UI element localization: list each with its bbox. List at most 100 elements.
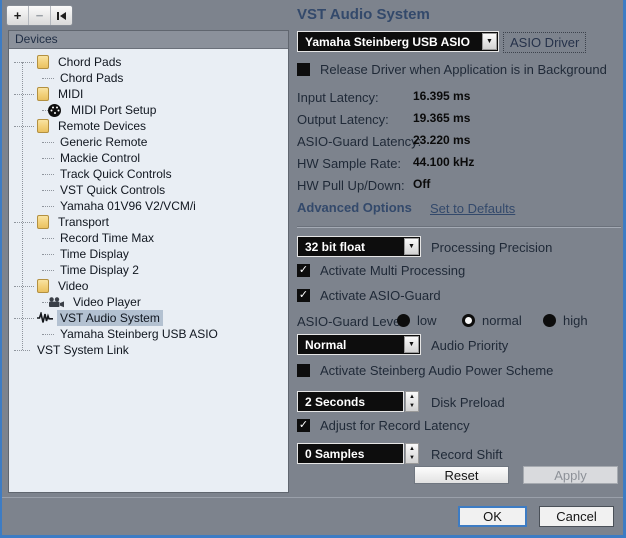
asio-guard-level-label: ASIO-Guard Level: (297, 314, 407, 329)
tree-item-chord-pads[interactable]: Chord Pads (9, 70, 288, 86)
tree-connector (42, 333, 54, 335)
set-to-defaults-link[interactable]: Set to Defaults (430, 201, 515, 216)
tree-item-vst-quick-controls[interactable]: VST Quick Controls (9, 182, 288, 198)
tree-item-video[interactable]: Video (9, 278, 288, 294)
asio-guard-level-row: ASIO-Guard Level: low normal high (297, 313, 621, 329)
power-scheme-label: Activate Steinberg Audio Power Scheme (320, 363, 554, 378)
tree-item-label: Video Player (73, 295, 141, 309)
tree-connector (14, 221, 34, 223)
spin-up-button[interactable]: ▲ (406, 392, 418, 402)
tree-item-label: Yamaha Steinberg USB ASIO (60, 327, 218, 341)
tree-item-record-time-max[interactable]: Record Time Max (9, 230, 288, 246)
tree-connector (42, 237, 54, 239)
radio-option-label: low (417, 313, 437, 328)
processing-precision-label: Processing Precision (431, 240, 553, 255)
record-shift-input[interactable]: 0 Samples ▲ ▼ (297, 443, 419, 464)
spinner-buttons: ▲ ▼ (405, 443, 419, 464)
folder-icon (37, 55, 49, 69)
cancel-button[interactable]: Cancel (539, 506, 614, 527)
tree-item-label: Track Quick Controls (60, 167, 172, 181)
tree-item-midi[interactable]: MIDI (9, 86, 288, 102)
tree-connector (42, 205, 54, 207)
radio-option-label: high (563, 313, 588, 328)
activate-multi-processing-checkbox[interactable]: Activate Multi Processing (297, 263, 465, 278)
processing-precision-select[interactable]: 32 bit float ▼ (297, 236, 421, 257)
tree-item-label: Generic Remote (60, 135, 148, 149)
tree-item-label: Video (58, 279, 89, 293)
tree-item-vst-audio-system[interactable]: VST Audio System (9, 310, 288, 326)
reset-button[interactable]: Reset (414, 466, 509, 484)
asio-driver-select[interactable]: Yamaha Steinberg USB ASIO ▼ (297, 31, 499, 52)
tree-connector (14, 125, 34, 127)
tree-item-label: Time Display (60, 247, 129, 261)
add-device-button[interactable]: + (7, 6, 29, 25)
processing-precision-value: 32 bit float (305, 239, 366, 254)
skip-back-icon (57, 11, 66, 20)
power-scheme-checkbox[interactable]: Activate Steinberg Audio Power Scheme (297, 363, 553, 378)
tree-item-label: Chord Pads (60, 71, 124, 85)
release-driver-label: Release Driver when Application is in Ba… (320, 62, 607, 77)
tree-item-track-quick-controls[interactable]: Track Quick Controls (9, 166, 288, 182)
apply-button[interactable]: Apply (523, 466, 618, 484)
asio-driver-value: Yamaha Steinberg USB ASIO (305, 34, 470, 49)
tree-item-label: VST System Link (37, 343, 129, 357)
radio-icon (462, 314, 475, 327)
folder-icon (37, 87, 49, 101)
info-value: 44.100 kHz (413, 155, 475, 169)
audio-priority-label: Audio Priority (431, 338, 509, 353)
page-title: VST Audio System (297, 6, 430, 23)
reset-devices-button[interactable] (51, 6, 72, 25)
tree-connector (14, 317, 34, 319)
activate-asio-guard-label: Activate ASIO-Guard (320, 288, 441, 303)
tree-item-time-display-2[interactable]: Time Display 2 (9, 262, 288, 278)
info-row: Output Latency: 19.365 ms (297, 111, 617, 127)
tree-item-label: Yamaha 01V96 V2/VCM/i (60, 199, 196, 213)
checkbox-icon (297, 264, 310, 277)
adjust-record-latency-label: Adjust for Record Latency (320, 418, 470, 433)
info-row: ASIO-Guard Latency: 23.220 ms (297, 133, 617, 149)
wave-icon (37, 312, 53, 324)
tree-item-transport[interactable]: Transport (9, 214, 288, 230)
info-label: Input Latency: (297, 90, 379, 105)
devices-panel: Devices Chord Pads Chord Pads MIDI MIDI Por… (8, 30, 289, 493)
tree-item-yamaha-steinberg-usb-asio[interactable]: Yamaha Steinberg USB ASIO (9, 326, 288, 342)
info-label: HW Pull Up/Down: (297, 178, 405, 193)
tree-item-label: MIDI (58, 87, 84, 101)
tree-item-vst-system-link[interactable]: VST System Link (9, 342, 288, 358)
tree-item-generic-remote[interactable]: Generic Remote (9, 134, 288, 150)
asio-guard-level-option-normal[interactable]: normal (462, 313, 522, 328)
tree-item-label: Transport (58, 215, 109, 229)
spin-up-button[interactable]: ▲ (406, 444, 418, 454)
release-driver-checkbox[interactable]: Release Driver when Application is in Ba… (297, 62, 607, 77)
devices-panel-header: Devices (9, 31, 288, 49)
tree-item-remote-devices[interactable]: Remote Devices (9, 118, 288, 134)
audio-priority-select[interactable]: Normal ▼ (297, 334, 421, 355)
record-shift-label: Record Shift (431, 447, 503, 462)
chevron-down-icon: ▼ (404, 336, 419, 353)
checkbox-icon (297, 63, 310, 76)
spin-down-button[interactable]: ▼ (406, 402, 418, 412)
tree-connector (14, 285, 34, 287)
tree-connector (42, 141, 54, 143)
remove-device-button[interactable]: − (29, 6, 51, 25)
tree-item-time-display[interactable]: Time Display (9, 246, 288, 262)
radio-icon (543, 314, 556, 327)
checkbox-icon (297, 364, 310, 377)
devices-toolbar: + − (6, 5, 73, 26)
adjust-record-latency-checkbox[interactable]: Adjust for Record Latency (297, 418, 470, 433)
tree-item-video-player[interactable]: Video Player (9, 294, 288, 310)
tree-item-label: Record Time Max (60, 231, 155, 245)
tree-item-chord-pads[interactable]: Chord Pads (9, 54, 288, 70)
tree-item-midi-port-setup[interactable]: MIDI Port Setup (9, 102, 288, 118)
asio-guard-level-option-low[interactable]: low (397, 313, 437, 328)
tree-item-mackie-control[interactable]: Mackie Control (9, 150, 288, 166)
asio-guard-level-option-high[interactable]: high (543, 313, 588, 328)
tree-item-label: MIDI Port Setup (71, 103, 157, 117)
spin-down-button[interactable]: ▼ (406, 454, 418, 464)
record-shift-value: 0 Samples (297, 443, 404, 464)
disk-preload-input[interactable]: 2 Seconds ▲ ▼ (297, 391, 419, 412)
footer-divider (2, 497, 623, 498)
activate-asio-guard-checkbox[interactable]: Activate ASIO-Guard (297, 288, 441, 303)
ok-button[interactable]: OK (458, 506, 527, 527)
tree-item-yamaha-01v96-v2-vcm-i[interactable]: Yamaha 01V96 V2/VCM/i (9, 198, 288, 214)
